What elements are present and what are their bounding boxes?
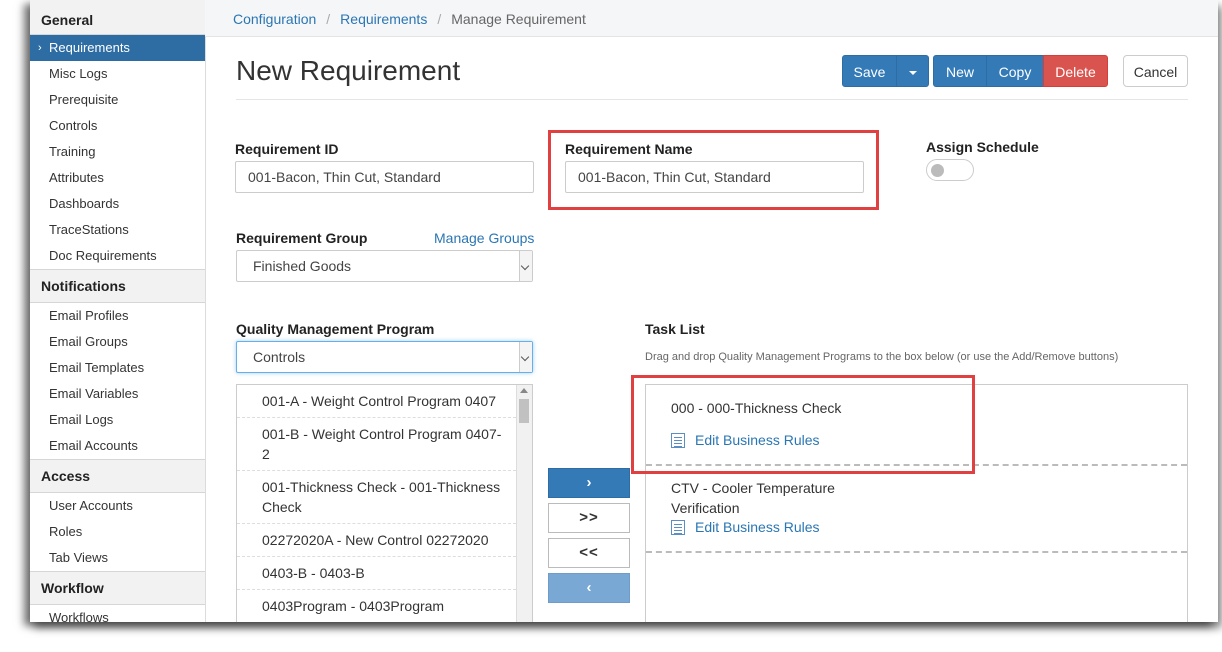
add-all-button[interactable]: >> (548, 503, 630, 533)
assign-schedule-toggle[interactable] (926, 159, 974, 181)
edit-business-rules-label: Edit Business Rules (695, 519, 820, 535)
sidebar-item-misc-logs[interactable]: Misc Logs (30, 61, 205, 87)
sidebar-item-tab-views[interactable]: Tab Views (30, 545, 205, 571)
qmp-label: Quality Management Program (236, 321, 435, 337)
task-name: CTV - Cooler Temperature Verification (671, 480, 835, 516)
new-button[interactable]: New (933, 55, 987, 87)
sidebar-item-attributes[interactable]: Attributes (30, 165, 205, 191)
add-button[interactable]: › (548, 468, 630, 498)
sidebar-item-dashboards[interactable]: Dashboards (30, 191, 205, 217)
caret-down-icon (908, 71, 917, 76)
chevron-down-icon (519, 342, 532, 372)
list-item[interactable]: 0403-B - 0403-B (237, 557, 516, 590)
task-list-helper-text: Drag and drop Quality Management Program… (645, 351, 1119, 363)
highlight-box (631, 375, 975, 474)
sidebar-item-label: Requirements (49, 40, 130, 55)
task-list-label: Task List (645, 321, 705, 337)
sidebar-item-training[interactable]: Training (30, 139, 205, 165)
sidebar-section-notifications: Notifications (30, 269, 205, 303)
cancel-button[interactable]: Cancel (1123, 55, 1188, 87)
manage-groups-link[interactable]: Manage Groups (434, 230, 534, 246)
sidebar-item-doc-requirements[interactable]: Doc Requirements (30, 243, 205, 269)
sidebar-section-workflow: Workflow (30, 571, 205, 605)
breadcrumb-requirements[interactable]: Requirements (340, 11, 427, 27)
edit-business-rules-link[interactable]: Edit Business Rules (671, 519, 820, 535)
rules-list-icon (671, 520, 685, 535)
remove-button[interactable]: ‹ (548, 573, 630, 603)
delete-button[interactable]: Delete (1043, 55, 1108, 87)
copy-button[interactable]: Copy (986, 55, 1044, 87)
page-title: New Requirement (236, 55, 461, 86)
qmp-value: Controls (253, 349, 306, 365)
task-divider (646, 551, 1187, 553)
sidebar-item-email-templates[interactable]: Email Templates (30, 355, 205, 381)
sidebar-item-workflows[interactable]: Workflows (30, 605, 205, 622)
sidebar-item-prerequisite[interactable]: Prerequisite (30, 87, 205, 113)
requirement-id-label: Requirement ID (235, 141, 339, 157)
qmp-select[interactable]: Controls (236, 341, 533, 373)
sidebar-item-email-logs[interactable]: Email Logs (30, 407, 205, 433)
chevron-down-icon (519, 251, 532, 281)
chevron-right-icon: › (38, 42, 42, 54)
remove-all-button[interactable]: << (548, 538, 630, 568)
requirement-group-select[interactable]: Finished Goods (236, 250, 533, 282)
save-button[interactable]: Save (842, 55, 897, 87)
sidebar-item-email-groups[interactable]: Email Groups (30, 329, 205, 355)
sidebar-item-roles[interactable]: Roles (30, 519, 205, 545)
sidebar-section-access: Access (30, 459, 205, 493)
app-window: General › Requirements Misc Logs Prerequi… (30, 0, 1218, 622)
sidebar-item-email-variables[interactable]: Email Variables (30, 381, 205, 407)
list-item[interactable]: 001-Thickness Check - 001-Thickness Chec… (237, 471, 516, 524)
sidebar: General › Requirements Misc Logs Prerequi… (30, 0, 206, 622)
sidebar-item-email-accounts[interactable]: Email Accounts (30, 433, 205, 459)
breadcrumb-separator: / (437, 11, 442, 27)
scroll-up-icon[interactable] (520, 388, 528, 393)
assign-schedule-label: Assign Schedule (926, 139, 1039, 155)
sidebar-item-requirements[interactable]: › Requirements (30, 35, 205, 61)
scrollbar[interactable] (516, 385, 532, 622)
requirement-id-input[interactable]: 001-Bacon, Thin Cut, Standard (235, 161, 534, 193)
breadcrumb-current: Manage Requirement (451, 11, 586, 27)
task-item[interactable]: CTV - Cooler Temperature Verification Ed… (646, 466, 1187, 552)
sidebar-item-email-profiles[interactable]: Email Profiles (30, 303, 205, 329)
program-listbox[interactable]: 001-A - Weight Control Program 0407 001-… (236, 384, 533, 622)
sidebar-section-general: General (30, 0, 205, 35)
highlight-box (548, 130, 879, 210)
list-item[interactable]: 001-B - Weight Control Program 0407-2 (237, 418, 516, 471)
breadcrumb-separator: / (326, 11, 331, 27)
divider (236, 99, 1188, 100)
requirement-group-value: Finished Goods (253, 258, 352, 274)
list-item[interactable]: 0403Program - 0403Program (237, 590, 516, 622)
scroll-thumb[interactable] (519, 399, 529, 423)
save-dropdown-button[interactable] (896, 55, 929, 87)
list-item[interactable]: 02272020A - New Control 02272020 (237, 524, 516, 557)
toggle-knob (931, 164, 944, 177)
breadcrumb: Configuration / Requirements / Manage Requir… (205, 0, 1218, 37)
requirement-group-label: Requirement Group (236, 230, 368, 246)
list-item[interactable]: 001-A - Weight Control Program 0407 (237, 385, 516, 418)
sidebar-item-controls[interactable]: Controls (30, 113, 205, 139)
sidebar-item-user-accounts[interactable]: User Accounts (30, 493, 205, 519)
breadcrumb-configuration[interactable]: Configuration (233, 11, 316, 27)
sidebar-item-tracestations[interactable]: TraceStations (30, 217, 205, 243)
